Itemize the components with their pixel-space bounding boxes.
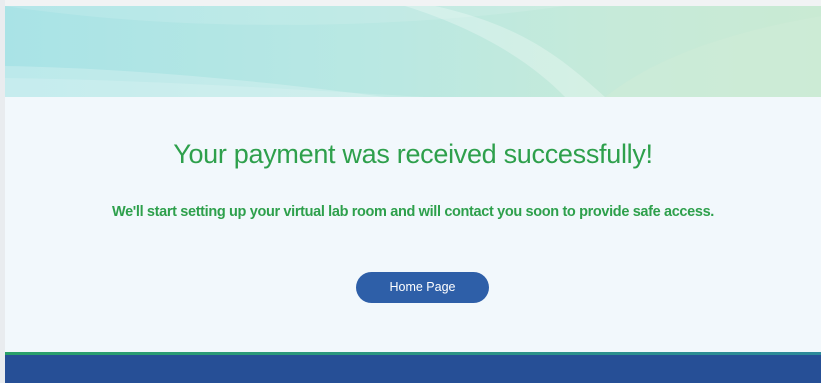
confirmation-title: Your payment was received successfully! bbox=[173, 139, 653, 169]
header-banner bbox=[5, 6, 821, 97]
banner-wave-decoration bbox=[5, 6, 821, 97]
payment-success-page: Your payment was received successfully! … bbox=[0, 0, 821, 383]
confirmation-panel: Your payment was received successfully! … bbox=[5, 97, 821, 352]
confirmation-message: We'll start setting up your virtual lab … bbox=[112, 204, 714, 220]
footer-bar bbox=[5, 355, 821, 383]
home-page-button[interactable]: Home Page bbox=[356, 272, 489, 303]
